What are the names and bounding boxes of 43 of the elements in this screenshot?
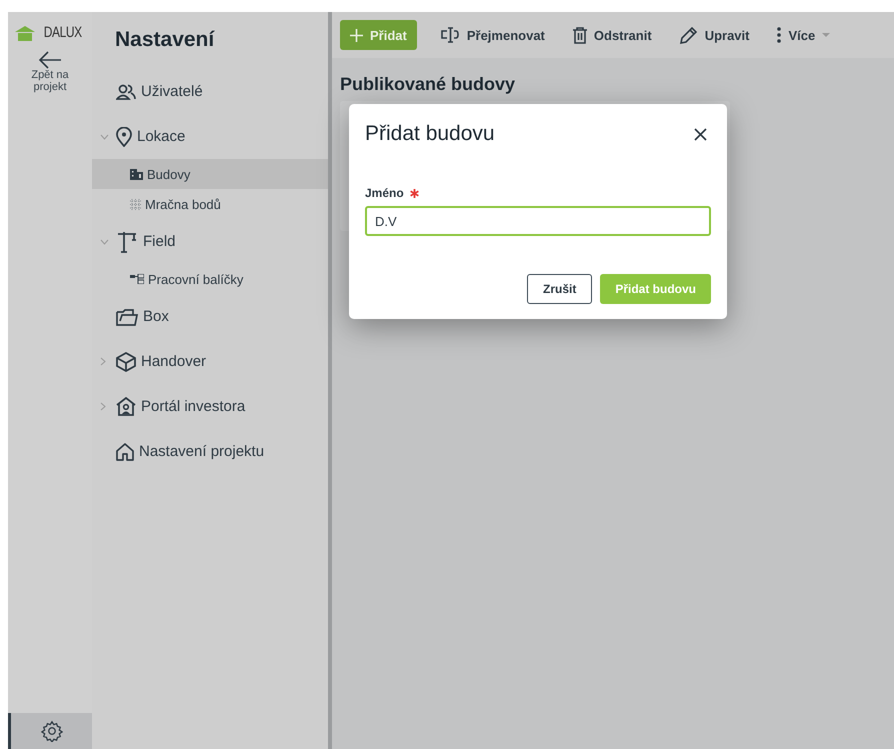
- nav-item[interactable]: Box: [92, 294, 328, 339]
- plus-icon: [350, 28, 363, 42]
- folder-icon: [116, 308, 138, 326]
- nav-item[interactable]: Portál investora: [92, 384, 328, 429]
- rename-button[interactable]: Přejmenovat: [430, 20, 555, 50]
- crane-icon: [116, 230, 138, 252]
- back-arrow-icon: [38, 51, 62, 69]
- workflow-icon: [130, 274, 144, 284]
- sidebar-title: Nastavení: [115, 28, 216, 52]
- house-person-icon: [116, 397, 136, 416]
- location-pin-icon: [116, 126, 132, 146]
- nav-subitem[interactable]: Mračna bodů: [92, 189, 328, 219]
- house-logo-icon: [14, 25, 36, 41]
- more-icon: [777, 27, 782, 43]
- trash-icon: [572, 26, 587, 44]
- nav-item[interactable]: Field: [92, 219, 328, 264]
- dot-grid-icon: [130, 198, 141, 210]
- field-label: Jméno: [365, 186, 404, 200]
- brand-name: DALUX: [43, 24, 82, 41]
- home-icon: [116, 442, 134, 460]
- cancel-button[interactable]: Zrušit: [526, 274, 592, 304]
- caret-icon: [822, 33, 830, 37]
- delete-button[interactable]: Odstranit: [562, 20, 662, 50]
- building-icon: [130, 168, 143, 180]
- settings-button[interactable]: [8, 713, 92, 749]
- nav-item[interactable]: Uživatelé: [92, 69, 328, 114]
- edit-button[interactable]: Upravit: [670, 20, 760, 50]
- more-button[interactable]: Více: [767, 20, 840, 50]
- section-heading: Publikované budovy: [340, 74, 516, 95]
- nav-subitem[interactable]: Budovy: [92, 159, 328, 189]
- nav-item[interactable]: Nastavení projektu: [92, 429, 328, 474]
- rename-icon: [440, 27, 460, 43]
- users-icon: [116, 82, 136, 100]
- close-icon: [694, 128, 707, 140]
- name-input-field[interactable]: D.V: [365, 206, 711, 236]
- back-link[interactable]: Zpět na projekt: [18, 51, 82, 93]
- package-icon: [116, 352, 136, 372]
- pencil-icon: [680, 26, 698, 44]
- nav-item[interactable]: Handover: [92, 339, 328, 384]
- nav-subitem[interactable]: Pracovní balíčky: [92, 264, 328, 294]
- nav-item[interactable]: Lokace: [92, 114, 328, 159]
- dialog-title: Přidat budovu: [365, 122, 495, 146]
- settings-icon: [40, 720, 62, 742]
